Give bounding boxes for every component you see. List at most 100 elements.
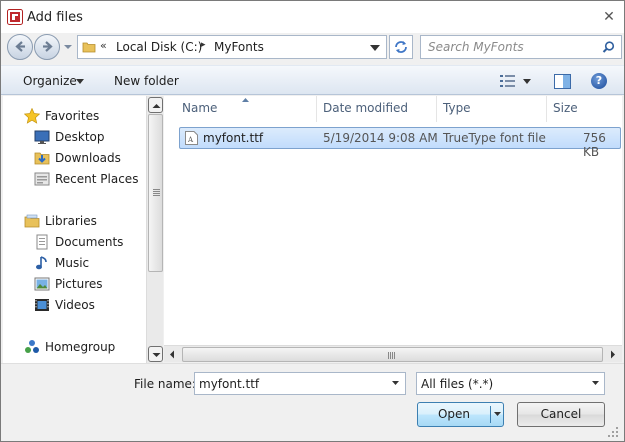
file-type-value: All files (*.*) bbox=[421, 377, 494, 391]
app-icon bbox=[7, 9, 23, 25]
forward-button[interactable] bbox=[34, 34, 60, 60]
scroll-down-icon bbox=[152, 353, 161, 357]
column-header-name[interactable]: Name bbox=[182, 101, 217, 119]
file-type-select[interactable]: All files (*.*) bbox=[416, 372, 605, 395]
organize-dropdown-icon[interactable] bbox=[76, 79, 84, 84]
nav-libraries-label: Libraries bbox=[45, 214, 97, 228]
navigation-pane: Favorites Desktop Downloads Recent Place… bbox=[3, 96, 162, 363]
refresh-button[interactable] bbox=[389, 35, 413, 59]
breadcrumb-local-disk[interactable]: Local Disk (C:) bbox=[116, 40, 202, 54]
bottom-panel: File name: myfont.ttf All files (*.*) Op… bbox=[1, 363, 624, 441]
new-folder-button[interactable]: New folder bbox=[114, 74, 179, 88]
column-separator[interactable] bbox=[316, 96, 317, 122]
nav-pictures-label: Pictures bbox=[55, 277, 103, 291]
column-separator[interactable] bbox=[436, 96, 437, 122]
add-files-dialog: Add files ✕ « Local Disk (C:) ▸ MyFonts bbox=[0, 0, 625, 442]
sort-ascending-icon bbox=[242, 98, 249, 102]
recent-locations-dropdown-icon[interactable] bbox=[63, 43, 73, 51]
file-list: Name Date modified Type Size A myfont.tt… bbox=[164, 96, 622, 345]
homegroup-icon bbox=[25, 340, 39, 353]
font-file-icon: A bbox=[185, 131, 198, 145]
close-icon[interactable]: ✕ bbox=[599, 7, 619, 27]
svg-text:A: A bbox=[187, 136, 194, 144]
pictures-icon bbox=[34, 277, 50, 291]
column-header-size[interactable]: Size bbox=[553, 101, 578, 119]
nav-scroll-thumb[interactable] bbox=[148, 114, 163, 272]
breadcrumb-myfonts[interactable]: MyFonts bbox=[214, 40, 264, 54]
command-toolbar: Organize New folder ? bbox=[1, 65, 624, 95]
nav-desktop-label: Desktop bbox=[55, 130, 105, 144]
address-row: « Local Disk (C:) ▸ MyFonts Search MyFon… bbox=[1, 33, 624, 61]
file-type-cell: TrueType font file bbox=[443, 131, 546, 145]
thumb-grip-line bbox=[153, 195, 160, 196]
column-header-type[interactable]: Type bbox=[443, 101, 471, 119]
file-name-cell: myfont.ttf bbox=[203, 131, 264, 145]
open-button[interactable]: Open bbox=[417, 402, 504, 427]
open-dropdown-icon[interactable] bbox=[494, 412, 501, 416]
libraries-icon bbox=[24, 214, 40, 228]
file-name-value: myfont.ttf bbox=[199, 377, 260, 391]
back-arrow-icon bbox=[15, 41, 25, 52]
nav-recent-places-label: Recent Places bbox=[55, 172, 139, 186]
desktop-icon bbox=[34, 130, 50, 144]
file-date-cell: 5/19/2014 9:08 AM bbox=[323, 131, 438, 145]
forward-arrow-icon bbox=[43, 41, 53, 52]
file-name-dropdown-icon[interactable] bbox=[392, 381, 399, 385]
star-icon bbox=[24, 108, 40, 124]
search-icon[interactable] bbox=[602, 41, 615, 54]
thumb-grip-line bbox=[388, 352, 389, 359]
resize-grip-icon[interactable] bbox=[607, 426, 619, 438]
thumb-grip-line bbox=[153, 189, 160, 190]
thumb-grip-line bbox=[153, 193, 160, 194]
view-dropdown-icon[interactable] bbox=[523, 79, 531, 84]
nav-pane-scrollbar[interactable] bbox=[146, 96, 163, 363]
cancel-button[interactable]: Cancel bbox=[517, 402, 605, 427]
search-placeholder: Search MyFonts bbox=[428, 40, 524, 54]
nav-documents-label: Documents bbox=[55, 235, 124, 249]
file-name-field[interactable]: myfont.ttf bbox=[194, 372, 406, 395]
title-bar: Add files ✕ bbox=[1, 1, 624, 33]
window-title: Add files bbox=[27, 10, 83, 25]
address-overflow-chevron[interactable]: « bbox=[100, 39, 107, 52]
scroll-right-icon[interactable] bbox=[609, 350, 617, 359]
nav-favorites-label: Favorites bbox=[45, 109, 100, 123]
open-split-divider bbox=[490, 406, 491, 423]
scroll-left-icon[interactable] bbox=[168, 350, 176, 359]
thumb-grip-line bbox=[394, 352, 395, 359]
nav-homegroup-label: Homegroup bbox=[45, 340, 116, 354]
address-dropdown-icon[interactable] bbox=[370, 45, 380, 51]
preview-pane-icon[interactable] bbox=[554, 74, 571, 89]
recent-places-icon bbox=[34, 172, 50, 186]
scroll-up-icon bbox=[152, 104, 161, 108]
scroll-up-button[interactable] bbox=[148, 97, 163, 113]
refresh-icon bbox=[395, 41, 407, 53]
search-input[interactable]: Search MyFonts bbox=[420, 35, 622, 59]
breadcrumb-separator[interactable]: ▸ bbox=[201, 40, 206, 50]
thumb-grip-line bbox=[390, 352, 391, 359]
downloads-icon bbox=[34, 152, 50, 165]
open-button-label: Open bbox=[437, 407, 471, 421]
view-options-icon[interactable] bbox=[500, 75, 516, 87]
address-bar[interactable]: « Local Disk (C:) ▸ MyFonts bbox=[77, 35, 387, 59]
nav-videos-label: Videos bbox=[55, 298, 95, 312]
music-icon bbox=[36, 256, 47, 270]
column-header-date-modified[interactable]: Date modified bbox=[323, 101, 408, 119]
documents-icon bbox=[36, 234, 48, 250]
organize-button[interactable]: Organize bbox=[23, 74, 77, 88]
help-icon[interactable]: ? bbox=[591, 73, 607, 89]
file-name-label: File name: bbox=[134, 377, 196, 391]
file-list-scroll-thumb[interactable] bbox=[182, 347, 603, 362]
file-row[interactable]: A myfont.ttf 5/19/2014 9:08 AM TrueType … bbox=[179, 127, 621, 159]
thumb-grip-line bbox=[153, 191, 160, 192]
nav-downloads-label: Downloads bbox=[55, 151, 121, 165]
scroll-down-button[interactable] bbox=[148, 346, 163, 362]
back-button[interactable] bbox=[7, 34, 33, 60]
thumb-grip-line bbox=[392, 352, 393, 359]
nav-music-label: Music bbox=[55, 256, 90, 270]
column-separator[interactable] bbox=[546, 96, 547, 122]
videos-icon bbox=[35, 299, 49, 311]
file-list-hscrollbar[interactable] bbox=[164, 345, 622, 362]
file-size-cell: 756 KB bbox=[583, 131, 606, 159]
file-type-dropdown-icon[interactable] bbox=[592, 381, 599, 385]
folder-icon bbox=[82, 42, 96, 53]
